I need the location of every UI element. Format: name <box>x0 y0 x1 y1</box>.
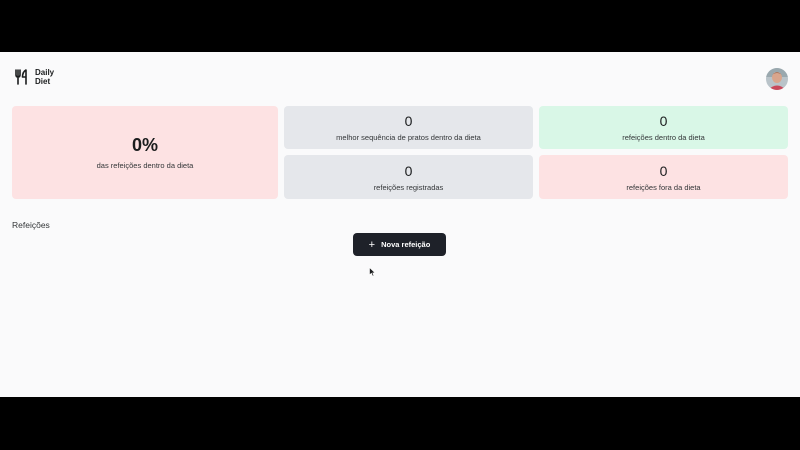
diet-percentage-card: 0% das refeições dentro da dieta <box>12 106 278 199</box>
mouse-pointer-icon <box>369 264 376 282</box>
new-meal-button[interactable]: + Nova refeição <box>353 233 446 256</box>
outside-diet-card: 0 refeições fora da dieta <box>539 155 788 199</box>
best-sequence-caption: melhor sequência de pratos dentro da die… <box>336 133 481 142</box>
app-logo[interactable]: Daily Diet <box>14 68 54 86</box>
registered-meals-value: 0 <box>404 162 413 179</box>
user-avatar[interactable] <box>766 68 788 90</box>
logo-line-1: Daily <box>35 68 55 77</box>
inside-diet-value: 0 <box>659 113 668 129</box>
registered-meals-card: 0 refeições registradas <box>284 155 533 199</box>
inside-diet-caption: refeições dentro da dieta <box>622 133 705 142</box>
outside-diet-value: 0 <box>659 162 668 179</box>
diet-percentage-value: 0% <box>131 135 158 155</box>
meals-section-title: Refeições <box>12 220 50 230</box>
best-sequence-card: 0 melhor sequência de pratos dentro da d… <box>284 106 533 149</box>
logo-line-2: Diet <box>35 77 51 86</box>
inside-diet-card: 0 refeições dentro da dieta <box>539 106 788 149</box>
plus-icon: + <box>368 238 376 251</box>
app-viewport: Daily Diet 0% das refeições dentro da di… <box>0 52 800 397</box>
fork-knife-icon <box>14 69 29 85</box>
logo-text: Daily Diet <box>35 68 54 86</box>
registered-meals-caption: refeições registradas <box>373 182 444 192</box>
new-meal-button-label: Nova refeição <box>381 240 431 249</box>
best-sequence-value: 0 <box>404 113 413 129</box>
outside-diet-caption: refeições fora da dieta <box>626 182 701 192</box>
diet-percentage-caption: das refeições dentro da dieta <box>96 161 194 170</box>
app-header: Daily Diet <box>0 55 800 100</box>
